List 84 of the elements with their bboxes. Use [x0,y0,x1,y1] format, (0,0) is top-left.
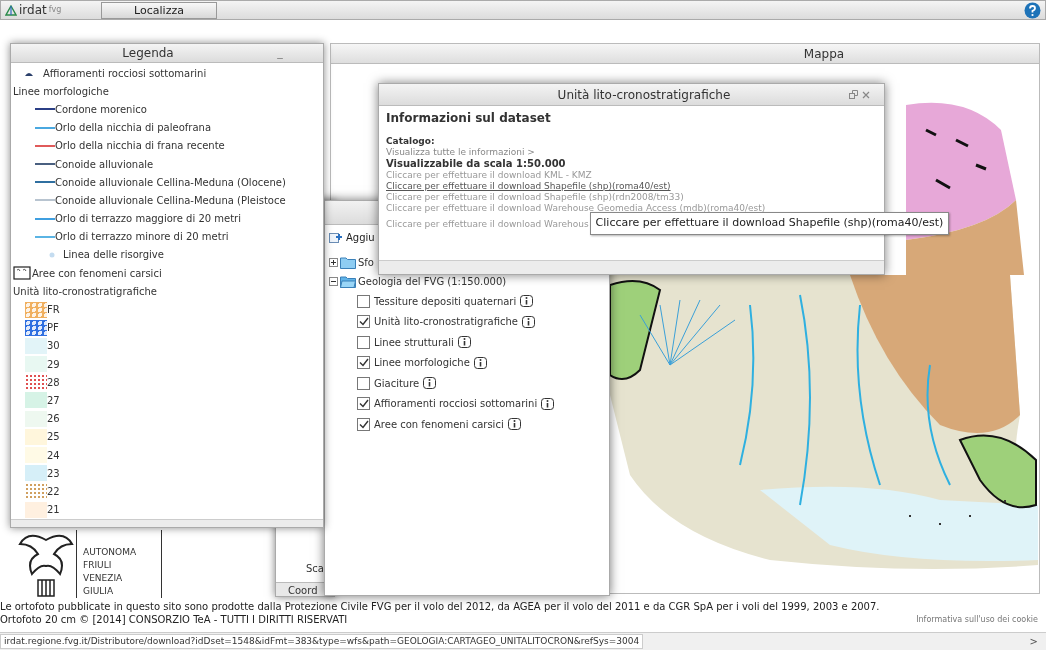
region-name-text: FRIULI [83,559,113,572]
legend-label: 27 [47,393,60,408]
legend-heading: Linee morfologiche [13,84,109,99]
layer-checkbox[interactable] [357,294,370,308]
orthophoto-notice: Le ortofoto pubblicate in questo sito sono prodotte dalla Protezione Civile FVG per il volo del 2012, da AGEA per il volo del 2011 e da CGR SpA per i voli del 1999, 2003 e 2007. [0,600,881,613]
legend-label: Orlo di terrazzo maggiore di 20 metri [55,212,241,227]
catalog-label: Catalogo: [386,136,436,147]
add-layer-label[interactable]: Aggiu [346,229,375,245]
layer-label[interactable]: Unità lito-cronostratigrafiche [374,314,518,330]
scale-label: Sca [305,562,325,576]
info-icon[interactable] [520,295,534,308]
help-icon[interactable] [1024,1,1041,19]
legend-heading: Unità lito-cronostratigrafiche [13,284,157,299]
layer-label[interactable]: Linee morfologiche [374,355,470,371]
region-name-text: AUTONOMA [83,546,138,559]
logo-triangle-icon [5,4,17,16]
legend-label: PF [47,321,59,336]
region-name-text: GIULIA [83,585,115,598]
folder-icon [340,256,356,269]
checkmark-icon [358,419,369,429]
legend-label: 28 [47,375,60,390]
legend-label: 29 [47,357,60,372]
minimize-button[interactable]: _ [265,44,295,62]
legend-label: 22 [47,484,60,499]
layer-label[interactable]: Affioramenti rocciosi sottomarini [374,396,538,412]
layer-group-label[interactable]: Sfo [358,255,374,270]
layer-label[interactable]: Linee strutturali [374,334,454,350]
legend-label: 26 [47,412,60,427]
layer-label[interactable]: Tessiture depositi quaternari [374,293,517,309]
info-icon[interactable] [423,377,437,390]
legend-label: 23 [47,466,60,481]
map-panel-title: Mappa [803,45,845,63]
layer-checkbox[interactable] [357,315,370,329]
layer-label[interactable]: Giaciture [374,375,420,391]
legend-label: Conoide alluvionale [55,157,154,172]
layer-checkbox[interactable] [357,335,370,349]
download-link[interactable]: Cliccare per effettuare il download Shapefile (shp)(roma40/est) [386,181,671,192]
close-icon[interactable] [862,90,870,99]
info-icon[interactable] [473,356,487,369]
legend-label: 25 [47,430,60,445]
layer-label[interactable]: Aree con fenomeni carsici [374,416,504,432]
checkmark-icon [358,317,369,327]
expand-icon[interactable] [329,258,338,267]
legend-label: Orlo della nicchia di paleofrana [55,121,211,136]
info-icon[interactable] [521,315,535,328]
legend-label: Orlo di terrazzo minore di 20 metri [55,230,229,245]
legend-label: 30 [47,339,60,354]
legend-label: Conoide alluvionale Cellina-Meduna (Pleistoce [55,193,286,208]
status-url: irdat.regione.fvg.it/Distributore/download?idDset=1548&idFmt=383&type=wfs&path=GEOLOGIA:CARTAGEO_UNITALITOCRON&refSys=3004 [0,633,644,650]
region-name-text: VENEZIA [83,572,124,585]
legend-title: Legenda [121,45,175,62]
legend-label: Affioramenti rocciosi sottomarini [43,66,207,81]
collapse-icon[interactable] [329,277,338,286]
legend-label: Cordone morenico [55,102,147,117]
checkmark-icon [358,399,369,409]
tooltip: Cliccare per effettuare il download Shapefile (shp)(roma40/est) [589,212,950,235]
info-heading: Informazioni sul dataset [386,110,552,127]
info-icon[interactable] [541,397,555,410]
layer-checkbox[interactable] [357,376,370,390]
copyright-text: Ortofoto 20 cm © [2014] CONSORZIO TeA - TUTTI I DIRITTI RISERVATI [0,613,348,626]
layer-checkbox[interactable] [357,397,370,411]
dashed-area-icon [13,266,31,281]
layer-checkbox[interactable] [357,356,370,370]
info-icon[interactable] [457,336,471,349]
legend-label: Linea delle risorgive [63,248,164,263]
legend-label: 24 [47,448,60,463]
info-icon[interactable] [507,418,521,431]
folder-icon [340,275,356,288]
layer-group-label[interactable]: Geologia del FVG (1:150.000) [358,274,507,289]
scale-info-text: Visualizzabile da scala 1:50.000 [386,158,567,170]
legend-label: Aree con fenomeni carsici [32,266,162,281]
legend-label: Orlo della nicchia di frana recente [55,139,225,154]
legend-label: 21 [47,503,60,518]
legend-label: FR [47,303,60,318]
restore-icon[interactable] [849,90,858,99]
status-arrow: > [1029,635,1038,649]
show-all-info-link[interactable]: Visualizza tutte le informazioni > [386,147,535,158]
layer-checkbox[interactable] [357,417,370,431]
checkmark-icon [358,358,369,368]
cookie-policy-link[interactable]: Informativa sull'uso dei cookie [916,613,1038,626]
locate-button[interactable]: Localizza [101,1,217,19]
info-window-title: Unità lito-cronostratigrafiche [556,86,732,104]
legend-label: Conoide alluvionale Cellina-Meduna (Olocene) [55,175,286,190]
add-layer-icon[interactable] [329,231,343,243]
